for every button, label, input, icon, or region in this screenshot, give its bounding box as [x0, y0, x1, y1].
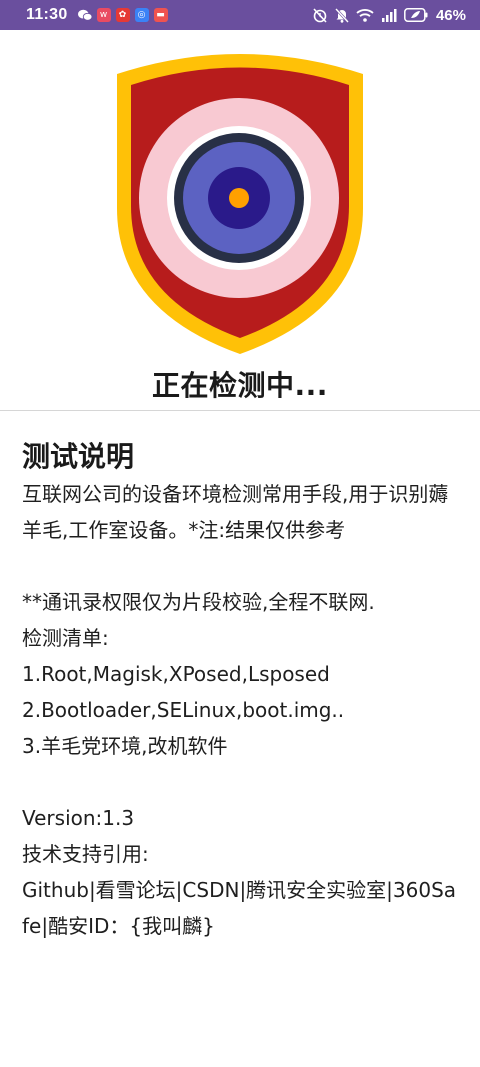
browser-icon: ◎ — [134, 8, 149, 22]
notification-icons: w ✿ ◎ ▬ — [77, 8, 168, 22]
status-bar: 11:30 w ✿ ◎ ▬ 46% — [0, 0, 480, 30]
status-time: 11:30 — [26, 6, 68, 23]
wechat-icon — [77, 8, 92, 22]
wifi-icon — [356, 8, 374, 22]
description-body: 互联网公司的设备环境检测常用手段,用于识别薅羊毛,工作室设备。*注:结果仅供参考… — [22, 482, 457, 938]
news-icon: ▬ — [153, 8, 168, 22]
shield-logo-area — [0, 48, 480, 358]
detection-status-text: 正在检测中... — [152, 369, 328, 402]
description-section: 测试说明 互联网公司的设备环境检测常用手段,用于识别薅羊毛,工作室设备。*注:结… — [22, 438, 462, 944]
section-title: 测试说明 — [22, 440, 135, 473]
battery-percent: 46% — [435, 6, 466, 24]
divider — [0, 410, 480, 411]
battery-icon — [404, 8, 428, 22]
alarm-off-icon — [312, 7, 328, 23]
shield-logo — [117, 54, 363, 354]
signal-icon — [380, 8, 398, 22]
weibo-icon: w — [96, 8, 111, 22]
target-center — [229, 188, 249, 208]
mute-icon — [334, 7, 350, 23]
paw-app-icon: ✿ — [115, 8, 130, 22]
